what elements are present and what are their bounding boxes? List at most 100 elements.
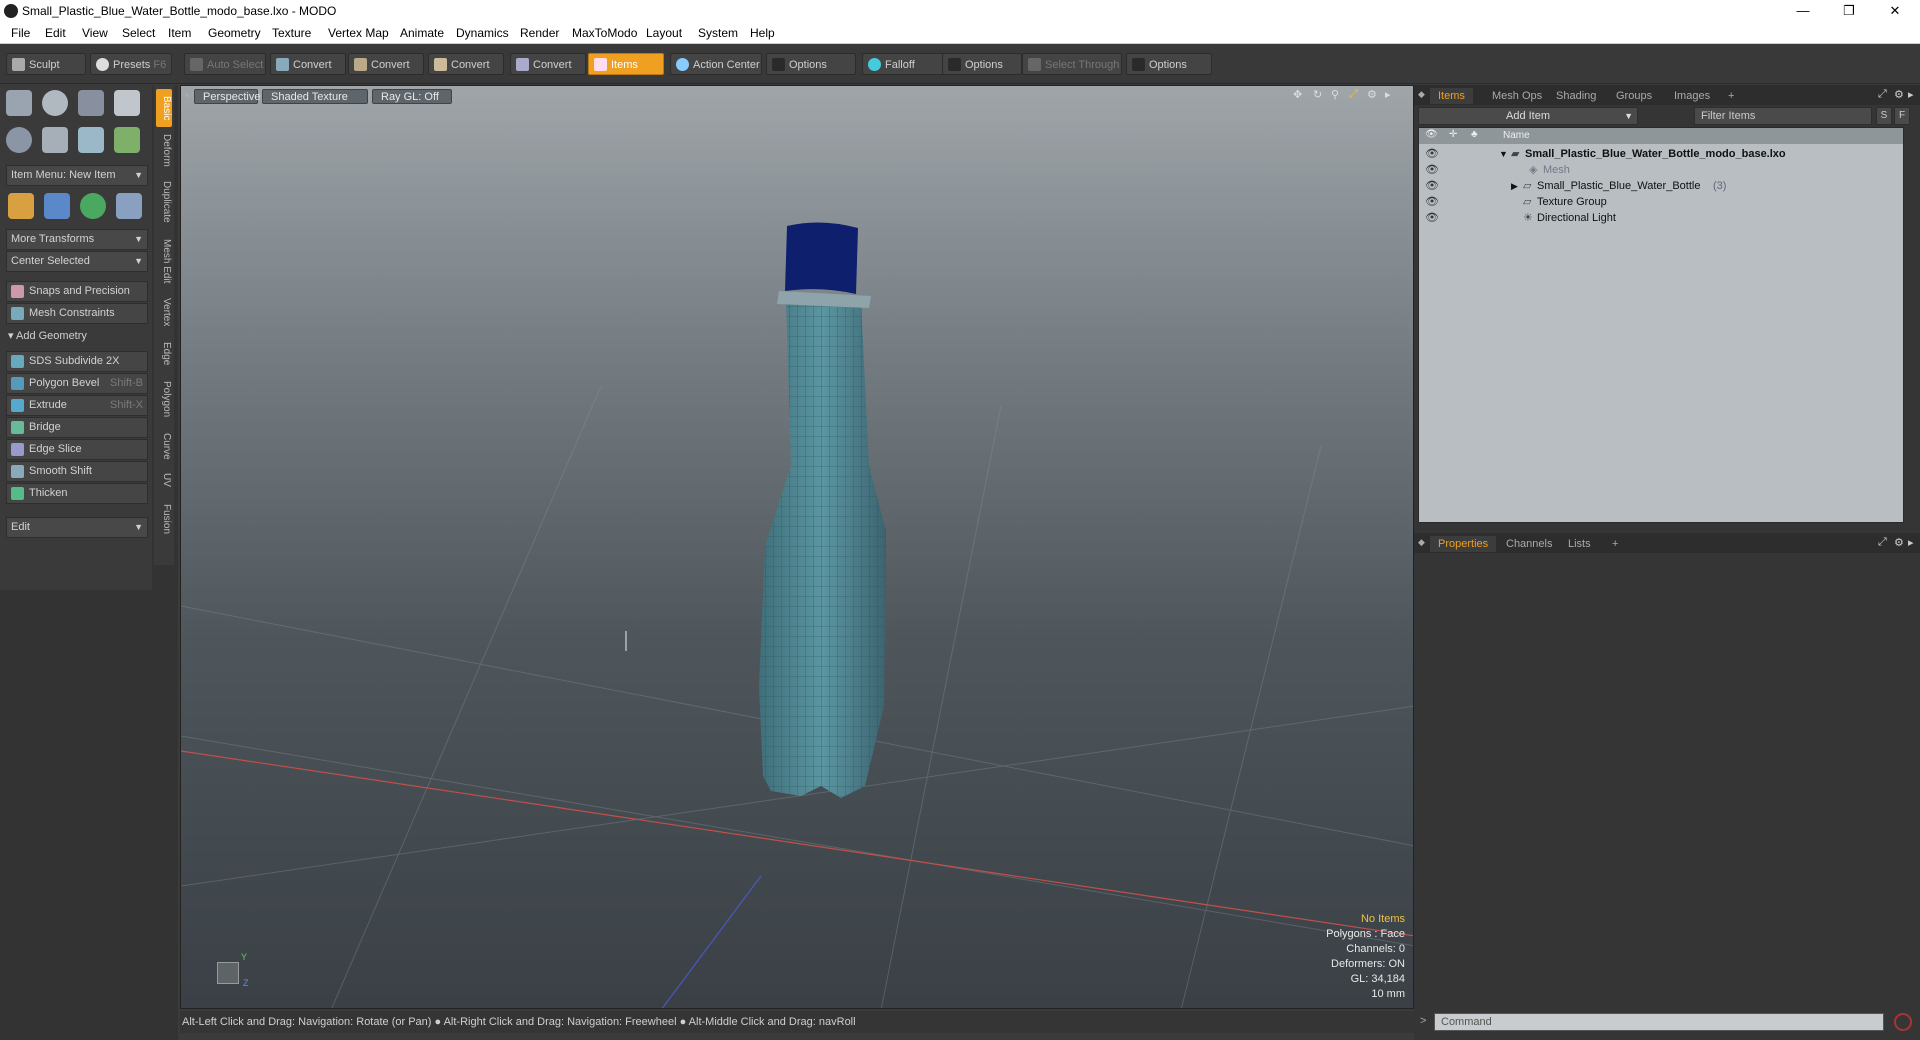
action-center-button[interactable]: Action Center	[670, 53, 762, 75]
add-geometry-header[interactable]: ▾ Add Geometry	[8, 329, 87, 342]
tab-channels[interactable]: Channels	[1498, 536, 1560, 552]
options-button-1[interactable]: Options	[766, 53, 856, 75]
viewport-menu-icon[interactable]: ●	[184, 90, 190, 101]
restore-button[interactable]: ❐	[1826, 0, 1872, 22]
list-item-scene[interactable]: 👁 ▼ ▰ Small_Plastic_Blue_Water_Bottle_mo…	[1419, 146, 1903, 162]
menu-render[interactable]: Render	[520, 26, 559, 40]
expand-arrow-icon[interactable]: ▼	[1499, 146, 1508, 162]
convert-button-4[interactable]: Convert	[510, 53, 586, 75]
torus-icon[interactable]	[6, 127, 32, 153]
menu-system[interactable]: System	[698, 26, 738, 40]
menu-animate[interactable]: Animate	[400, 26, 444, 40]
list-item-bottle[interactable]: 👁 ▶ ▱ Small_Plastic_Blue_Water_Bottle (3…	[1419, 178, 1903, 194]
rotate-icon[interactable]	[80, 193, 106, 219]
tab-edge[interactable]: Edge	[156, 339, 172, 369]
list-item-directional-light[interactable]: 👁 ☀ Directional Light	[1419, 210, 1903, 226]
menu-help[interactable]: Help	[750, 26, 775, 40]
menu-layout[interactable]: Layout	[646, 26, 682, 40]
edge-slice-button[interactable]: Edge Slice	[6, 439, 148, 460]
chevron-right-icon[interactable]: ▸	[1385, 88, 1391, 101]
convert-button-2[interactable]: Convert	[348, 53, 424, 75]
list-item-mesh[interactable]: 👁 ◈ Mesh	[1419, 162, 1903, 178]
tab-deform[interactable]: Deform	[156, 131, 172, 169]
edit-dropdown[interactable]: Edit ▼	[6, 517, 148, 538]
tab-polygon[interactable]: Polygon	[156, 377, 172, 421]
minimize-button[interactable]: —	[1780, 0, 1826, 22]
sphere-icon[interactable]	[42, 90, 68, 116]
eye-icon[interactable]: 👁	[1425, 162, 1439, 176]
menu-vertex-map[interactable]: Vertex Map	[328, 26, 389, 40]
tube-icon[interactable]	[42, 127, 68, 153]
thicken-button[interactable]: Thicken	[6, 483, 148, 504]
menu-view[interactable]: View	[82, 26, 108, 40]
snaps-precision-button[interactable]: Snaps and Precision	[6, 281, 148, 302]
add-tab-button[interactable]: +	[1604, 536, 1626, 552]
tab-basic[interactable]: Basic	[156, 89, 172, 127]
auto-select-button[interactable]: Auto Select	[184, 53, 266, 75]
convert-button-1[interactable]: Convert	[270, 53, 346, 75]
panel-menu-icon[interactable]: ◆	[1418, 89, 1425, 100]
expand-icon[interactable]: ⤢	[1878, 88, 1887, 101]
tab-duplicate[interactable]: Duplicate	[156, 177, 172, 227]
sds-subdivide-button[interactable]: SDS Subdivide 2X	[6, 351, 148, 372]
sculpt-button[interactable]: Sculpt	[6, 53, 86, 75]
items-mode-button[interactable]: Items	[588, 53, 664, 75]
scale-grid-icon[interactable]	[44, 193, 70, 219]
tab-properties[interactable]: Properties	[1430, 536, 1497, 552]
s-filter-button[interactable]: S	[1876, 107, 1892, 125]
tab-items[interactable]: Items	[1430, 88, 1473, 104]
falloff-button[interactable]: Falloff	[862, 53, 946, 75]
mesh-constraints-button[interactable]: Mesh Constraints	[6, 303, 148, 324]
chevron-right-icon[interactable]: ▸	[1908, 88, 1914, 101]
tab-mesh-edit[interactable]: Mesh Edit	[156, 235, 172, 287]
menu-texture[interactable]: Texture	[272, 26, 311, 40]
cylinder-icon[interactable]	[78, 90, 104, 116]
shaded-texture-button[interactable]: Shaded Texture	[262, 89, 368, 104]
menu-geometry[interactable]: Geometry	[208, 26, 261, 40]
convert-button-3[interactable]: Convert	[428, 53, 504, 75]
menu-item[interactable]: Item	[168, 26, 191, 40]
expand-icon[interactable]: ⤢	[1878, 536, 1887, 549]
gear-icon[interactable]: ⚙	[1894, 88, 1904, 101]
move-view-icon[interactable]: ✥	[1293, 88, 1302, 101]
add-item-dropdown[interactable]: Add Item ▼	[1418, 107, 1638, 125]
tab-mesh-ops[interactable]: Mesh Ops	[1484, 88, 1550, 104]
tab-vertex[interactable]: Vertex	[156, 293, 172, 331]
fit-view-icon[interactable]: ⤢	[1349, 88, 1358, 101]
menu-select[interactable]: Select	[122, 26, 155, 40]
options-button-2[interactable]: Options	[942, 53, 1022, 75]
select-through-button[interactable]: Select Through	[1022, 53, 1122, 75]
tab-curve[interactable]: Curve	[156, 429, 172, 463]
presets-button[interactable]: Presets F6	[90, 53, 172, 75]
menu-file[interactable]: File	[11, 26, 30, 40]
eye-icon[interactable]: 👁	[1425, 194, 1439, 208]
perspective-button[interactable]: Perspective	[194, 89, 260, 104]
extrude-button[interactable]: Extrude Shift-X	[6, 395, 148, 416]
ray-gl-button[interactable]: Ray GL: Off	[372, 89, 452, 104]
add-tab-button[interactable]: +	[1720, 88, 1742, 104]
menu-maxtomodo[interactable]: MaxToModo	[572, 26, 637, 40]
cube-icon[interactable]	[6, 90, 32, 116]
list-item-texture-group[interactable]: 👁 ▱ Texture Group	[1419, 194, 1903, 210]
3d-viewport[interactable]: ● Perspective Shaded Texture Ray GL: Off…	[180, 85, 1414, 1009]
tab-uv[interactable]: UV	[156, 469, 172, 491]
panel-menu-icon[interactable]: ◆	[1418, 537, 1425, 548]
water-bottle-mesh[interactable]	[625, 222, 886, 798]
f-filter-button[interactable]: F	[1894, 107, 1910, 125]
options-button-3[interactable]: Options	[1126, 53, 1212, 75]
record-icon[interactable]	[1894, 1013, 1912, 1031]
text-icon[interactable]	[114, 127, 140, 153]
tab-groups[interactable]: Groups	[1608, 88, 1660, 104]
eye-icon[interactable]: 👁	[1425, 178, 1439, 192]
zoom-view-icon[interactable]: ⚲	[1331, 88, 1339, 101]
command-input[interactable]: Command	[1434, 1013, 1884, 1031]
polygon-bevel-button[interactable]: Polygon Bevel Shift-B	[6, 373, 148, 394]
transform-icon[interactable]	[8, 193, 34, 219]
cone-icon[interactable]	[114, 90, 140, 116]
stretch-icon[interactable]	[116, 193, 142, 219]
close-button[interactable]: ✕	[1872, 0, 1918, 22]
tab-lists[interactable]: Lists	[1560, 536, 1599, 552]
gear-icon[interactable]: ⚙	[1367, 88, 1377, 101]
tab-fusion[interactable]: Fusion	[156, 499, 172, 539]
more-transforms-dropdown[interactable]: More Transforms ▼	[6, 229, 148, 250]
